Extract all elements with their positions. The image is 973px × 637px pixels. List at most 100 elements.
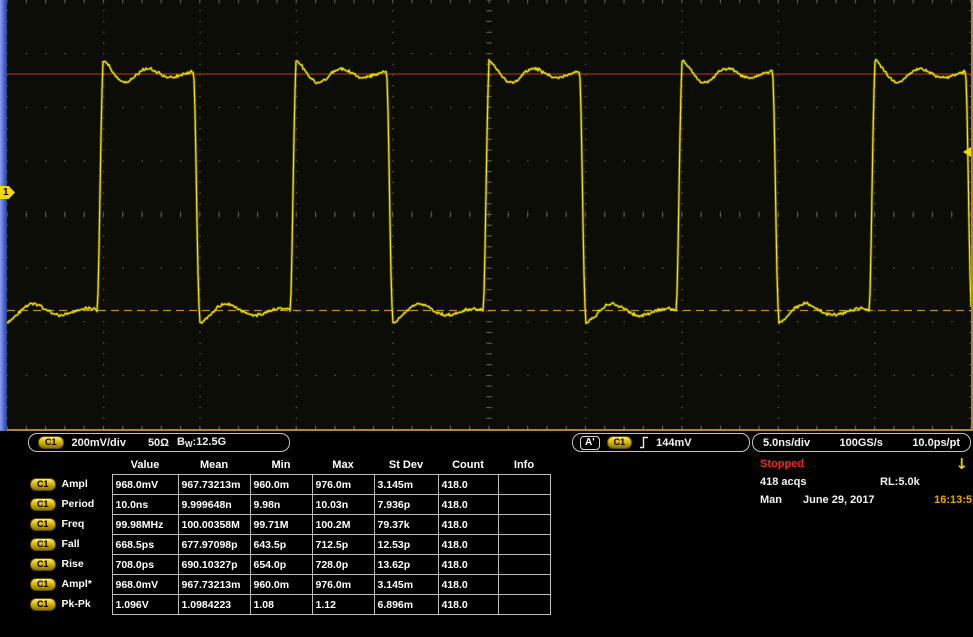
sample-resolution-readout: 10.0ps/pt: [912, 436, 960, 449]
measurement-row[interactable]: C1 Ampl 968.0mV 967.73213m 960.0m 976.0m 3.145…: [30, 474, 551, 495]
measurement-label-cell: C1 Fall: [30, 535, 112, 555]
trigger-source-badge: A': [580, 435, 600, 450]
measurement-label-cell: C1 Rise: [30, 555, 112, 575]
measurement-row[interactable]: C1 Fall 668.5ps 677.97098p 643.5p 712.5p 12.53…: [30, 534, 551, 555]
measurement-value-cell: 10.0ns: [111, 494, 179, 515]
measurement-value-cell: [497, 534, 551, 555]
horizontal-scale-readout: 5.0ns/div: [763, 436, 811, 449]
channel-badge: C1: [30, 598, 56, 611]
measurement-value-cell: 677.97098p: [177, 534, 251, 555]
bandwidth-readout: BW:12.5G: [177, 436, 227, 449]
measurement-value-cell: 1.08: [249, 594, 313, 615]
measurement-value-cell: 100.00358M: [177, 514, 251, 535]
label-column-header: [30, 455, 112, 475]
measurement-value-cell: 960.0m: [249, 474, 313, 495]
measurement-name: Freq: [61, 518, 85, 530]
time-display: 16:13:5: [934, 494, 972, 506]
measurement-name: Fall: [61, 538, 80, 550]
measurement-value-cell: 418.0: [437, 534, 499, 555]
measurement-value-cell: 99.98MHz: [111, 514, 179, 535]
measurement-value-cell: 968.0mV: [111, 574, 179, 595]
measurement-label-cell: C1 Freq: [30, 515, 112, 535]
measurement-value-cell: 99.71M: [249, 514, 313, 535]
measurement-value-cell: 1.12: [311, 594, 375, 615]
channel-settings-panel[interactable]: C1 200mV/div 50Ω BW:12.5G: [28, 433, 290, 452]
measurement-value-cell: [497, 494, 551, 515]
measurement-value-cell: 13.62p: [373, 554, 439, 575]
vertical-scale-readout: 200mV/div: [71, 436, 126, 449]
down-arrow-icon[interactable]: ↓: [955, 455, 968, 473]
trigger-panel[interactable]: A' C1 144mV: [572, 433, 750, 452]
measurement-value-cell: 1.096V: [111, 594, 179, 615]
measurement-value-cell: 654.0p: [249, 554, 313, 575]
waveform-display: [7, 0, 973, 431]
channel-badge: C1: [30, 518, 56, 531]
measurement-value-cell: 418.0: [437, 594, 499, 615]
measurement-table: Value Mean Min Max St Dev Count Info C1 A…: [30, 455, 551, 615]
measurement-value-cell: 418.0: [437, 554, 499, 575]
measurement-value-cell: 643.5p: [249, 534, 313, 555]
measurement-row[interactable]: C1 Rise 708.0ps 690.10327p 654.0p 728.0p 13.62…: [30, 554, 551, 575]
measurement-name: Ampl*: [61, 578, 92, 590]
measurement-value-cell: [497, 514, 551, 535]
measurement-value-cell: 10.03n: [311, 494, 375, 515]
channel-badge: C1: [30, 478, 56, 491]
input-impedance-readout: 50Ω: [147, 436, 169, 449]
measurement-name: Ampl: [61, 478, 88, 490]
measurement-label-cell: C1 Ampl*: [30, 575, 112, 595]
measurement-value-cell: 79.37k: [373, 514, 439, 535]
measurement-label-cell: C1 Period: [30, 495, 112, 515]
trigger-channel-badge: C1: [606, 436, 633, 449]
measurement-row[interactable]: C1 Period 10.0ns 9.999648n 9.98n 10.03n 7.936p…: [30, 494, 551, 515]
measurement-name: Rise: [61, 558, 84, 570]
measurement-value-cell: 418.0: [437, 494, 499, 515]
acquisition-state-label: Stopped: [760, 458, 804, 470]
measurement-row[interactable]: C1 Ampl* 968.0mV 967.73213m 960.0m 976.0m 3.14…: [30, 574, 551, 595]
column-header-info: Info: [513, 458, 535, 471]
measurement-value-cell: 690.10327p: [177, 554, 251, 575]
column-header-stdev: St Dev: [388, 458, 424, 471]
measurement-value-cell: 3.145m: [373, 474, 439, 495]
measurement-value-cell: 1.0984223: [177, 594, 251, 615]
channel-badge: C1: [30, 538, 56, 551]
measurement-value-cell: 668.5ps: [111, 534, 179, 555]
rising-edge-icon: [640, 436, 649, 449]
column-header-min: Min: [271, 458, 291, 471]
measurement-value-cell: 968.0mV: [111, 474, 179, 495]
trigger-level-readout: 144mV: [656, 436, 692, 449]
measurement-name: Pk-Pk: [61, 598, 91, 610]
measurement-value-cell: 728.0p: [311, 554, 375, 575]
measurement-value-cell: [497, 554, 551, 575]
timebase-panel[interactable]: 5.0ns/div 100GS/s 10.0ps/pt: [752, 433, 971, 452]
column-header-max: Max: [332, 458, 354, 471]
channel-badge: C1: [30, 578, 56, 591]
measurement-value-cell: 7.936p: [373, 494, 439, 515]
measurement-value-cell: 967.73213m: [177, 474, 251, 495]
measurement-label-cell: C1 Ampl: [30, 475, 112, 495]
measurement-value-cell: 3.145m: [373, 574, 439, 595]
oscilloscope-app: 1 C1 200mV/div 50Ω BW:12.5G A' C1 144mV …: [0, 0, 973, 637]
record-length-label: RL:5.0k: [880, 476, 920, 488]
channel-badge: C1: [30, 558, 56, 571]
measurement-value-cell: 960.0m: [249, 574, 313, 595]
measurement-value-cell: 6.896m: [373, 594, 439, 615]
column-header-value: Value: [130, 458, 160, 471]
measurement-table-body: C1 Ampl 968.0mV 967.73213m 960.0m 976.0m 3.145…: [30, 474, 551, 615]
measurement-row[interactable]: C1 Freq 99.98MHz 100.00358M 99.71M 100.2M 79.3…: [30, 514, 551, 535]
channel-badge: C1: [38, 436, 64, 449]
date-display: June 29, 2017: [803, 494, 875, 506]
measurement-name: Period: [61, 498, 95, 510]
column-header-mean: Mean: [199, 458, 229, 471]
measurement-value-cell: 976.0m: [311, 574, 375, 595]
measurement-label-cell: C1 Pk-Pk: [30, 595, 112, 615]
sample-rate-readout: 100GS/s: [839, 436, 883, 449]
status-bar: C1 200mV/div 50Ω BW:12.5G A' C1 144mV 5.…: [0, 431, 973, 637]
measurement-value-cell: 976.0m: [311, 474, 375, 495]
measurement-value-cell: 9.999648n: [177, 494, 251, 515]
measurement-header-row: Value Mean Min Max St Dev Count Info: [30, 455, 550, 475]
measurement-value-cell: [497, 474, 551, 495]
measurement-row[interactable]: C1 Pk-Pk 1.096V 1.0984223 1.08 1.12 6.896m 418.…: [30, 594, 551, 615]
channel-1-trace-glow: [7, 58, 971, 325]
measurement-value-cell: 12.53p: [373, 534, 439, 555]
acquisition-count-label: 418 acqs: [760, 476, 807, 488]
